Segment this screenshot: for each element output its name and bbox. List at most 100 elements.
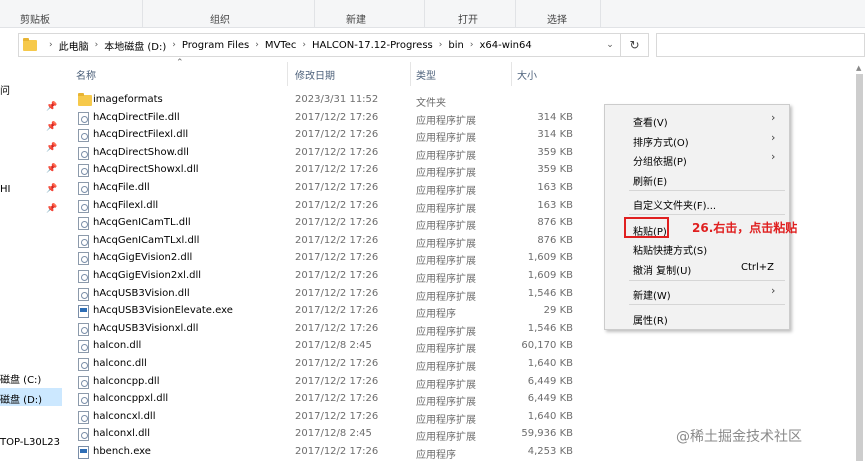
file-row[interactable]: hAcqDirectFile.dll 2017/12/2 17:26 应用程序扩展 3… [62,110,602,128]
ribbon-group-open[interactable]: 打开 [458,11,478,26]
pin-icon[interactable]: 📌 [46,184,57,194]
menu-item-undo-copy[interactable]: 撤消 复制(U) [633,262,691,277]
breadcrumb-bin[interactable]: bin [448,40,463,51]
file-type: 应用程序扩展 [416,238,476,250]
file-row[interactable]: hbench.exe 2017/12/2 17:26 应用程序 4,253 KB [62,444,602,461]
file-size: 876 KB [537,234,573,246]
ribbon-divider [142,0,143,28]
refresh-icon[interactable]: ↻ [621,33,649,57]
breadcrumb-halcon[interactable]: HALCON-17.12-Progress [312,40,433,51]
file-date: 2017/12/2 17:26 [295,217,379,229]
address-bar[interactable]: › 此电脑 › 本地磁盘 (D:) › Program Files › MVTe… [18,33,621,57]
file-row[interactable]: halcon.dll 2017/12/8 2:45 应用程序扩展 60,170 KB [62,338,602,356]
file-row[interactable]: halconc.dll 2017/12/2 17:26 应用程序扩展 1,640 KB [62,356,602,374]
breadcrumb-mvtec[interactable]: MVTec [265,40,297,51]
ribbon-divider [600,0,601,28]
nav-item[interactable]: HI [0,184,10,195]
menu-item-paste-shortcut[interactable]: 粘贴快捷方式(S) [633,242,707,257]
file-row[interactable]: hAcqGenICamTL.dll 2017/12/2 17:26 应用程序扩展 87… [62,215,602,233]
ribbon-group-clipboard[interactable]: 剪贴板 [20,11,50,26]
scroll-up-icon[interactable]: ▲ [856,64,861,72]
menu-item-refresh[interactable]: 刷新(E) [633,173,667,188]
file-row[interactable]: hAcqGigEVision2xl.dll 2017/12/2 17:26 应用程序… [62,268,602,286]
column-header-modified[interactable]: 修改日期 [295,67,335,82]
dll-file-icon [78,129,89,143]
column-header-type[interactable]: 类型 [416,67,436,82]
file-row[interactable]: hAcqDirectShow.dll 2017/12/2 17:26 应用程序扩展 3… [62,145,602,163]
search-input[interactable] [656,33,865,57]
file-type: 应用程序扩展 [416,150,476,162]
scrollbar-thumb[interactable] [856,74,863,461]
column-header-name[interactable]: 名称 [76,67,96,82]
chevron-right-icon[interactable]: › [49,40,53,50]
file-row[interactable]: hAcqUSB3Vision.dll 2017/12/2 17:26 应用程序扩展 1… [62,286,602,304]
column-header-size[interactable]: 大小 [517,67,537,82]
menu-item-sort[interactable]: 排序方式(O) [633,134,689,149]
file-row[interactable]: halconxl.dll 2017/12/8 2:45 应用程序扩展 59,936 K… [62,426,602,444]
breadcrumb-program-files[interactable]: Program Files [182,40,249,51]
file-row[interactable]: hAcqDirectShowxl.dll 2017/12/2 17:26 应用程序扩… [62,162,602,180]
menu-item-new[interactable]: 新建(W) [633,287,671,302]
exe-file-icon [78,305,89,319]
nav-item[interactable]: 问 [0,82,10,97]
file-type: 应用程序扩展 [416,344,476,356]
file-type: 应用程序扩展 [416,203,476,215]
file-date: 2017/12/2 17:26 [295,129,379,141]
scrollbar[interactable]: ▲ [854,60,865,461]
file-size: 359 KB [537,164,573,176]
chevron-right-icon[interactable]: › [302,40,306,50]
file-date: 2017/12/2 17:26 [295,252,379,264]
highlight-box [624,217,669,238]
sort-up-icon: ⌃ [176,58,184,68]
chevron-right-icon[interactable]: › [172,40,176,50]
file-type: 应用程序扩展 [416,326,476,338]
file-row[interactable]: halconcxl.dll 2017/12/2 17:26 应用程序扩展 1,640 … [62,409,602,427]
file-list: imageformats 2023/3/31 11:52 文件夹 hAcqDirect… [62,92,602,461]
file-date: 2017/12/2 17:26 [295,164,379,176]
file-row[interactable]: hAcqFilexl.dll 2017/12/2 17:26 应用程序扩展 163 K… [62,198,602,216]
file-row[interactable]: halconcpp.dll 2017/12/2 17:26 应用程序扩展 6,449 … [62,374,602,392]
file-name: hAcqDirectFile.dll [93,111,180,123]
menu-item-group[interactable]: 分组依据(P) [633,153,687,168]
ribbon-group-new[interactable]: 新建 [346,11,366,26]
ribbon-group-organize[interactable]: 组织 [210,11,230,26]
dll-file-icon [78,111,89,125]
dll-file-icon [78,234,89,248]
menu-item-view[interactable]: 查看(V) [633,114,668,129]
menu-item-customize-folder[interactable]: 自定义文件夹(F)... [633,197,716,212]
pin-icon[interactable]: 📌 [46,102,57,112]
ribbon-group-select[interactable]: 选择 [547,11,567,26]
chevron-right-icon[interactable]: › [439,40,443,50]
file-row[interactable]: hAcqUSB3Visionxl.dll 2017/12/2 17:26 应用程序扩… [62,321,602,339]
file-row[interactable]: hAcqFile.dll 2017/12/2 17:26 应用程序扩展 163 KB [62,180,602,198]
file-row[interactable]: hAcqGenICamTLxl.dll 2017/12/2 17:26 应用程序扩展… [62,233,602,251]
breadcrumb-drive-d[interactable]: 本地磁盘 (D:) [104,38,166,53]
chevron-down-icon[interactable]: ⌄ [600,33,620,57]
menu-separator [629,280,785,281]
pin-icon[interactable]: 📌 [46,122,57,132]
chevron-right-icon[interactable]: › [255,40,259,50]
file-date: 2017/12/2 17:26 [295,199,379,211]
column-divider[interactable] [410,62,411,86]
nav-item-drive-c[interactable]: 磁盘 (C:) [0,371,41,386]
dll-file-icon [78,252,89,266]
pin-icon[interactable]: 📌 [46,143,57,153]
breadcrumb-x64-win64[interactable]: x64-win64 [479,40,531,51]
file-name: halconcppxl.dll [93,393,169,405]
file-row[interactable]: hAcqGigEVision2.dll 2017/12/2 17:26 应用程序扩展… [62,250,602,268]
breadcrumb-this-pc[interactable]: 此电脑 [59,38,89,53]
file-row[interactable]: imageformats 2023/3/31 11:52 文件夹 [62,92,602,110]
pin-icon[interactable]: 📌 [46,204,57,214]
nav-item-network-pc[interactable]: TOP-L30L23 [0,437,60,448]
pin-icon[interactable]: 📌 [46,164,57,174]
column-divider[interactable] [511,62,512,86]
file-row[interactable]: halconcppxl.dll 2017/12/2 17:26 应用程序扩展 6,44… [62,391,602,409]
file-size: 163 KB [537,181,573,193]
chevron-right-icon[interactable]: › [470,40,474,50]
file-row[interactable]: hAcqDirectFilexl.dll 2017/12/2 17:26 应用程序扩… [62,127,602,145]
column-divider[interactable] [287,62,288,86]
file-row[interactable]: hAcqUSB3VisionElevate.exe 2017/12/2 17:26… [62,303,602,321]
chevron-right-icon[interactable]: › [95,40,99,50]
nav-item-drive-d[interactable]: 磁盘 (D:) [0,391,42,406]
menu-item-properties[interactable]: 属性(R) [633,312,668,327]
